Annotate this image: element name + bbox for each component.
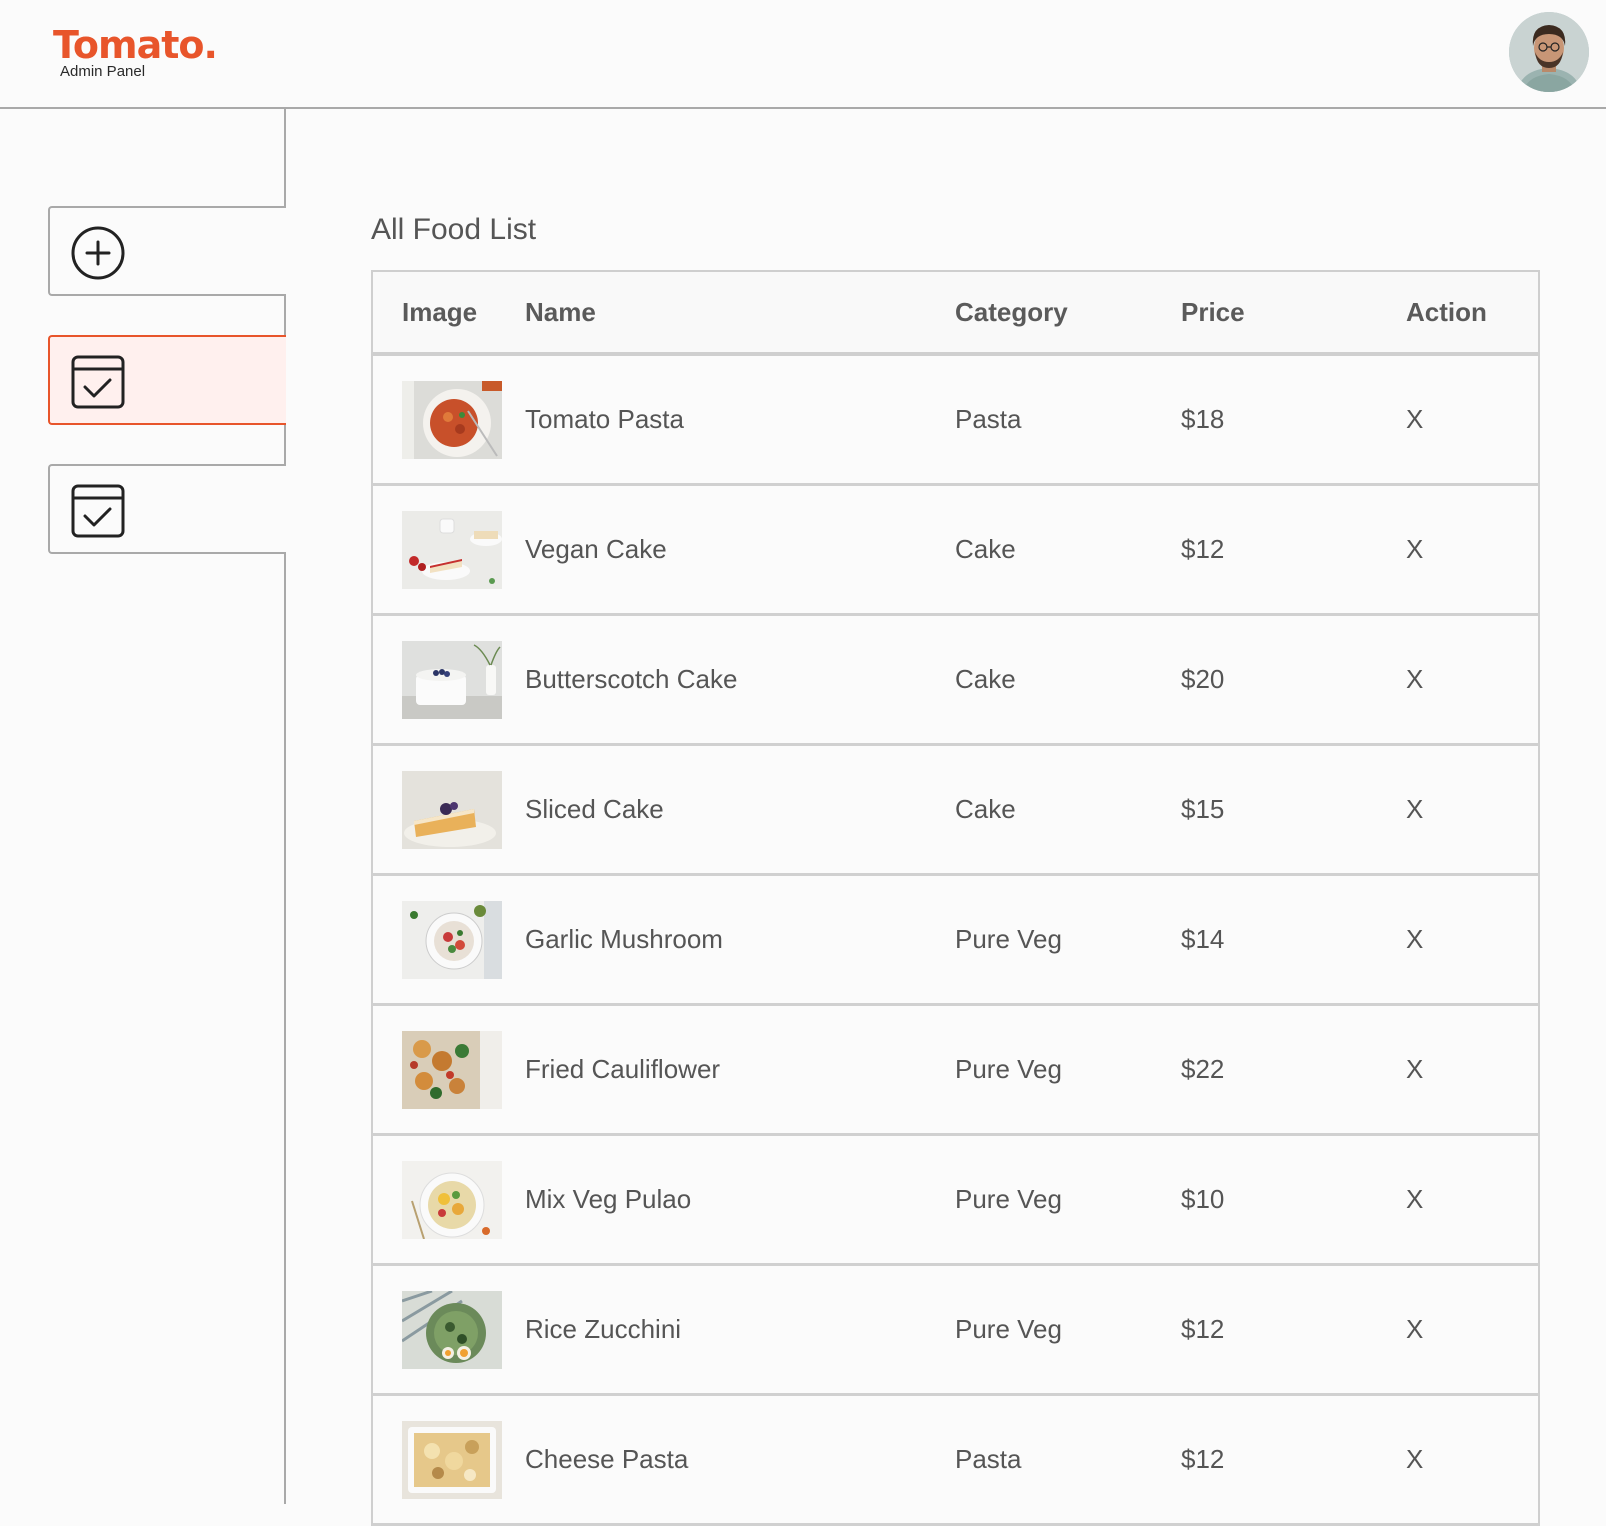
- vegan-cake-photo-icon: [402, 510, 502, 589]
- navbar: Tomato. Admin Panel: [0, 0, 1606, 109]
- food-image: [402, 1266, 502, 1393]
- food-name: Butterscotch Cake: [525, 664, 738, 694]
- table-row: Sliced Cake Cake $15 X: [371, 746, 1540, 876]
- avatar[interactable]: [1509, 12, 1589, 92]
- remove-button[interactable]: X: [1406, 1006, 1423, 1133]
- cheese-pasta-photo-icon: [402, 1420, 502, 1499]
- food-image: [402, 486, 502, 613]
- table-row: Cheese Pasta Pasta $12 X: [371, 1396, 1540, 1526]
- food-name: Vegan Cake: [525, 534, 667, 564]
- sidebar-item-add[interactable]: [48, 206, 286, 296]
- food-image: [402, 356, 502, 483]
- table-row: Mix Veg Pulao Pure Veg $10 X: [371, 1136, 1540, 1266]
- table-row: Butterscotch Cake Cake $20 X: [371, 616, 1540, 746]
- butterscotch-cake-photo-icon: [402, 640, 502, 719]
- remove-button[interactable]: X: [1406, 486, 1423, 613]
- calendar-check-icon: [71, 484, 125, 538]
- table-row: Fried Cauliflower Pure Veg $22 X: [371, 1006, 1540, 1136]
- food-name: Fried Cauliflower: [525, 1054, 721, 1084]
- food-category: Pasta: [955, 404, 1022, 434]
- food-category: Cake: [955, 534, 1016, 564]
- food-price: $20: [1181, 664, 1225, 694]
- calendar-check-icon: [71, 355, 125, 409]
- table-row: Garlic Mushroom Pure Veg $14 X: [371, 876, 1540, 1006]
- food-price: $10: [1181, 1184, 1225, 1214]
- sidebar-item-orders[interactable]: [48, 464, 286, 554]
- food-image: [402, 1136, 502, 1263]
- food-image: [402, 616, 502, 743]
- garlic-mushroom-photo-icon: [402, 900, 502, 979]
- profile-avatar-icon: [1509, 12, 1589, 92]
- food-name: Mix Veg Pulao: [525, 1184, 692, 1214]
- add-circle-icon: [71, 226, 125, 280]
- mix-veg-pulao-photo-icon: [402, 1160, 502, 1239]
- food-category: Cake: [955, 794, 1016, 824]
- column-header-category: Category: [955, 296, 1068, 327]
- column-header-name: Name: [525, 296, 596, 327]
- table-header: Image Name Category Price Action: [371, 270, 1540, 356]
- food-price: $12: [1181, 534, 1225, 564]
- sidebar: [0, 109, 286, 1504]
- food-name: Tomato Pasta: [525, 404, 684, 434]
- food-price: $14: [1181, 924, 1225, 954]
- remove-button[interactable]: X: [1406, 876, 1423, 1003]
- remove-button[interactable]: X: [1406, 616, 1423, 743]
- food-image: [402, 746, 502, 873]
- table-row: Rice Zucchini Pure Veg $12 X: [371, 1266, 1540, 1396]
- remove-button[interactable]: X: [1406, 1266, 1423, 1393]
- food-price: $18: [1181, 404, 1225, 434]
- table-row: Tomato Pasta Pasta $18 X: [371, 356, 1540, 486]
- food-name: Garlic Mushroom: [525, 924, 723, 954]
- column-header-price: Price: [1181, 296, 1245, 327]
- sidebar-item-list[interactable]: [48, 335, 286, 425]
- table-row: Vegan Cake Cake $12 X: [371, 486, 1540, 616]
- remove-button[interactable]: X: [1406, 356, 1423, 483]
- food-image: [402, 1006, 502, 1133]
- fried-cauliflower-photo-icon: [402, 1030, 502, 1109]
- food-category: Pure Veg: [955, 924, 1062, 954]
- food-table: Image Name Category Price Action Tomato …: [371, 270, 1540, 1526]
- food-price: $15: [1181, 794, 1225, 824]
- remove-button[interactable]: X: [1406, 1136, 1423, 1263]
- food-price: $12: [1181, 1314, 1225, 1344]
- food-category: Pure Veg: [955, 1314, 1062, 1344]
- remove-button[interactable]: X: [1406, 746, 1423, 873]
- rice-zucchini-photo-icon: [402, 1290, 502, 1369]
- sliced-cake-photo-icon: [402, 770, 502, 849]
- food-name: Rice Zucchini: [525, 1314, 682, 1344]
- column-header-image: Image: [402, 296, 478, 327]
- food-price: $22: [1181, 1054, 1225, 1084]
- page-title: All Food List: [371, 213, 537, 246]
- column-header-action: Action: [1406, 296, 1487, 327]
- food-name: Sliced Cake: [525, 794, 664, 824]
- brand-name: Tomato.: [53, 23, 218, 67]
- tomato-pasta-photo-icon: [402, 380, 502, 459]
- food-category: Pure Veg: [955, 1054, 1062, 1084]
- food-category: Pure Veg: [955, 1184, 1062, 1214]
- food-category: Cake: [955, 664, 1016, 694]
- logo[interactable]: Tomato. Admin Panel: [53, 22, 218, 80]
- food-image: [402, 876, 502, 1003]
